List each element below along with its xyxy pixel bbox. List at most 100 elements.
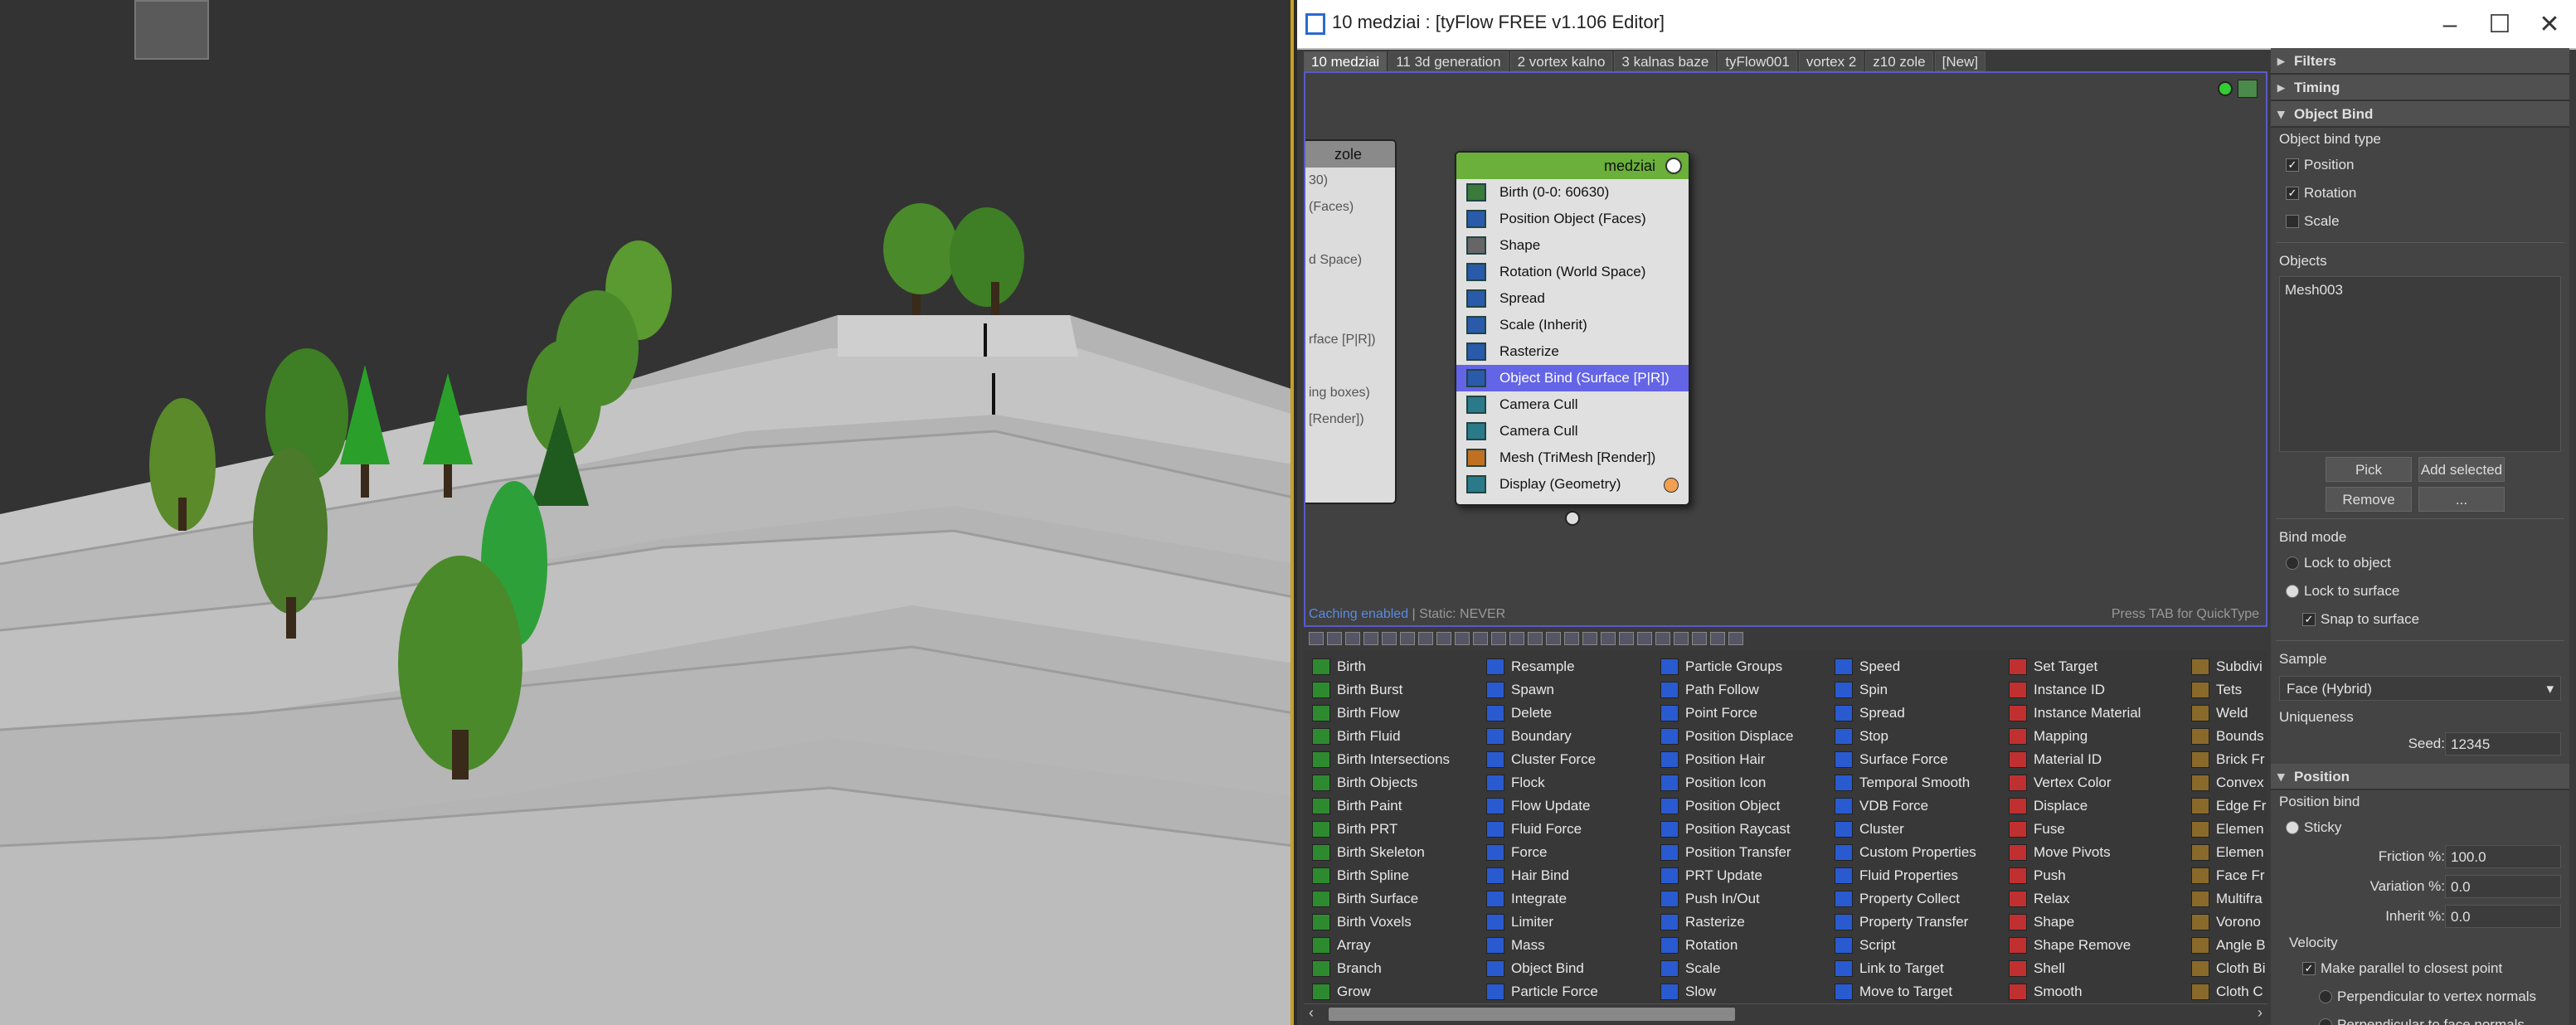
palette-operator[interactable]: Boundary <box>1478 725 1652 748</box>
palette-operator[interactable]: Material ID <box>2000 748 2175 771</box>
category-filter-icon[interactable] <box>1491 632 1506 645</box>
3d-viewport[interactable] <box>0 0 1294 1025</box>
spinner-value[interactable]: 12345 <box>2445 732 2561 755</box>
palette-operator[interactable]: Flock <box>1478 771 1652 794</box>
palette-operator[interactable]: Force <box>1478 841 1652 864</box>
scale-checkbox[interactable]: Scale <box>2271 207 2569 236</box>
palette-operator[interactable]: Birth Paint <box>1304 794 1478 818</box>
perp-face-radio[interactable]: Perpendicular to face normals <box>2271 1011 2569 1025</box>
palette-operator[interactable]: Subdivi <box>2183 655 2267 678</box>
palette-operator[interactable]: Rotation <box>1652 934 1826 957</box>
palette-operator[interactable]: Shape Remove <box>2000 934 2175 957</box>
palette-operator[interactable]: Particle Groups <box>1652 655 1826 678</box>
palette-operator[interactable]: Link to Target <box>1826 957 2000 980</box>
palette-operator[interactable]: Convex <box>2183 771 2267 794</box>
perp-vertex-radio[interactable]: Perpendicular to vertex normals <box>2271 983 2569 1011</box>
friction-spinner[interactable]: Friction %: 100.0 <box>2271 842 2569 872</box>
palette-operator[interactable]: Elemen <box>2183 818 2267 841</box>
palette-operator[interactable]: Brick Fr <box>2183 748 2267 771</box>
palette-operator[interactable]: Spread <box>1826 702 2000 725</box>
category-filter-icon[interactable] <box>1528 632 1543 645</box>
palette-operator[interactable]: Birth PRT <box>1304 818 1478 841</box>
rollout-timing[interactable]: Timing <box>2271 75 2569 101</box>
category-filter-icon[interactable] <box>1418 632 1433 645</box>
palette-operator[interactable]: Push In/Out <box>1652 887 1826 911</box>
palette-operator[interactable]: Position Displace <box>1652 725 1826 748</box>
palette-operator[interactable]: Move to Target <box>1826 980 2000 1003</box>
palette-operator[interactable]: Property Transfer <box>1826 911 2000 934</box>
palette-operator[interactable]: Shape <box>2000 911 2175 934</box>
tab-3-kalnas-baze[interactable]: 3 kalnas baze <box>1614 51 1717 71</box>
tab-2-vortex-kalno[interactable]: 2 vortex kalno <box>1509 51 1613 71</box>
inherit-spinner[interactable]: Inherit %: 0.0 <box>2271 901 2569 931</box>
palette-operator[interactable]: Fluid Properties <box>1826 864 2000 887</box>
tab-z10-zole[interactable]: z10 zole <box>1865 51 1933 71</box>
category-filter-icon[interactable] <box>1400 632 1415 645</box>
spinner-value[interactable]: 0.0 <box>2445 905 2561 928</box>
snap-to-surface-checkbox[interactable]: ✓ Snap to surface <box>2271 605 2569 634</box>
palette-operator[interactable]: Property Collect <box>1826 887 2000 911</box>
palette-operator[interactable]: Rasterize <box>1652 911 1826 934</box>
category-filter-icon[interactable] <box>1637 632 1652 645</box>
add-selected-button[interactable]: Add selected <box>2418 457 2505 482</box>
palette-operator[interactable]: Push <box>2000 864 2175 887</box>
seed-spinner[interactable]: Seed: 12345 <box>2271 729 2569 759</box>
variation-spinner[interactable]: Variation %: 0.0 <box>2271 872 2569 901</box>
objects-listbox[interactable]: Mesh003 <box>2279 276 2561 452</box>
palette-operator[interactable]: PRT Update <box>1652 864 1826 887</box>
minimize-button[interactable]: – <box>2425 7 2475 43</box>
display-color-icon[interactable] <box>1664 478 1679 493</box>
palette-operator[interactable]: Array <box>1304 934 1478 957</box>
palette-operator[interactable]: Cluster <box>1826 818 2000 841</box>
palette-operator[interactable]: Position Icon <box>1652 771 1826 794</box>
list-item[interactable]: Mesh003 <box>2285 282 2555 299</box>
palette-operator[interactable]: Birth Spline <box>1304 864 1478 887</box>
node-operator[interactable]: Camera Cull <box>1456 418 1689 444</box>
scroll-right-icon[interactable]: › <box>2258 1004 2263 1022</box>
palette-operator[interactable]: Birth Intersections <box>1304 748 1478 771</box>
position-checkbox[interactable]: ✓ Position <box>2271 151 2569 179</box>
palette-operator[interactable]: Position Raycast <box>1652 818 1826 841</box>
palette-operator[interactable]: Birth Flow <box>1304 702 1478 725</box>
palette-operator[interactable]: Cluster Force <box>1478 748 1652 771</box>
palette-operator[interactable]: Edge Fr <box>2183 794 2267 818</box>
palette-operator[interactable]: Multifra <box>2183 887 2267 911</box>
rotation-checkbox[interactable]: ✓ Rotation <box>2271 179 2569 207</box>
palette-operator[interactable]: Object Bind <box>1478 957 1652 980</box>
category-filter-icon[interactable] <box>1509 632 1524 645</box>
scrollbar-thumb[interactable] <box>1329 1008 1735 1021</box>
category-filter-icon[interactable] <box>1327 632 1342 645</box>
palette-scrollbar[interactable]: ‹ › <box>1304 1003 2267 1023</box>
lock-to-surface-radio[interactable]: Lock to surface <box>2271 577 2569 605</box>
node-operator[interactable]: Rasterize <box>1456 338 1689 365</box>
palette-operator[interactable]: Face Fr <box>2183 864 2267 887</box>
category-filter-icon[interactable] <box>1619 632 1634 645</box>
palette-operator[interactable]: Temporal Smooth <box>1826 771 2000 794</box>
palette-operator[interactable]: Birth Skeleton <box>1304 841 1478 864</box>
node-operator[interactable]: Rotation (World Space) <box>1456 259 1689 285</box>
palette-operator[interactable]: Particle Force <box>1478 980 1652 1003</box>
category-filter-icon[interactable] <box>1473 632 1488 645</box>
palette-operator[interactable]: Branch <box>1304 957 1478 980</box>
output-socket[interactable] <box>1565 511 1580 526</box>
palette-operator[interactable]: Scale <box>1652 957 1826 980</box>
palette-operator[interactable]: Grow <box>1304 980 1478 1003</box>
sticky-radio[interactable]: Sticky <box>2271 814 2569 842</box>
make-parallel-checkbox[interactable]: ✓ Make parallel to closest point <box>2271 955 2569 983</box>
palette-operator[interactable]: Birth Surface <box>1304 887 1478 911</box>
palette-operator[interactable]: Flow Update <box>1478 794 1652 818</box>
palette-operator[interactable]: Cloth C <box>2183 980 2267 1003</box>
palette-operator[interactable]: Weld <box>2183 702 2267 725</box>
palette-operator[interactable]: Position Hair <box>1652 748 1826 771</box>
palette-operator[interactable]: Speed <box>1826 655 2000 678</box>
palette-operator[interactable]: Displace <box>2000 794 2175 818</box>
palette-operator[interactable]: Cloth Bi <box>2183 957 2267 980</box>
palette-operator[interactable]: Fuse <box>2000 818 2175 841</box>
palette-operator[interactable]: Surface Force <box>1826 748 2000 771</box>
maximize-button[interactable]: ☐ <box>2475 7 2525 43</box>
sample-dropdown[interactable]: Face (Hybrid) <box>2279 676 2561 702</box>
palette-operator[interactable]: Vertex Color <box>2000 771 2175 794</box>
palette-operator[interactable]: Instance Material <box>2000 702 2175 725</box>
palette-operator[interactable]: Birth Burst <box>1304 678 1478 702</box>
palette-operator[interactable]: Integrate <box>1478 887 1652 911</box>
